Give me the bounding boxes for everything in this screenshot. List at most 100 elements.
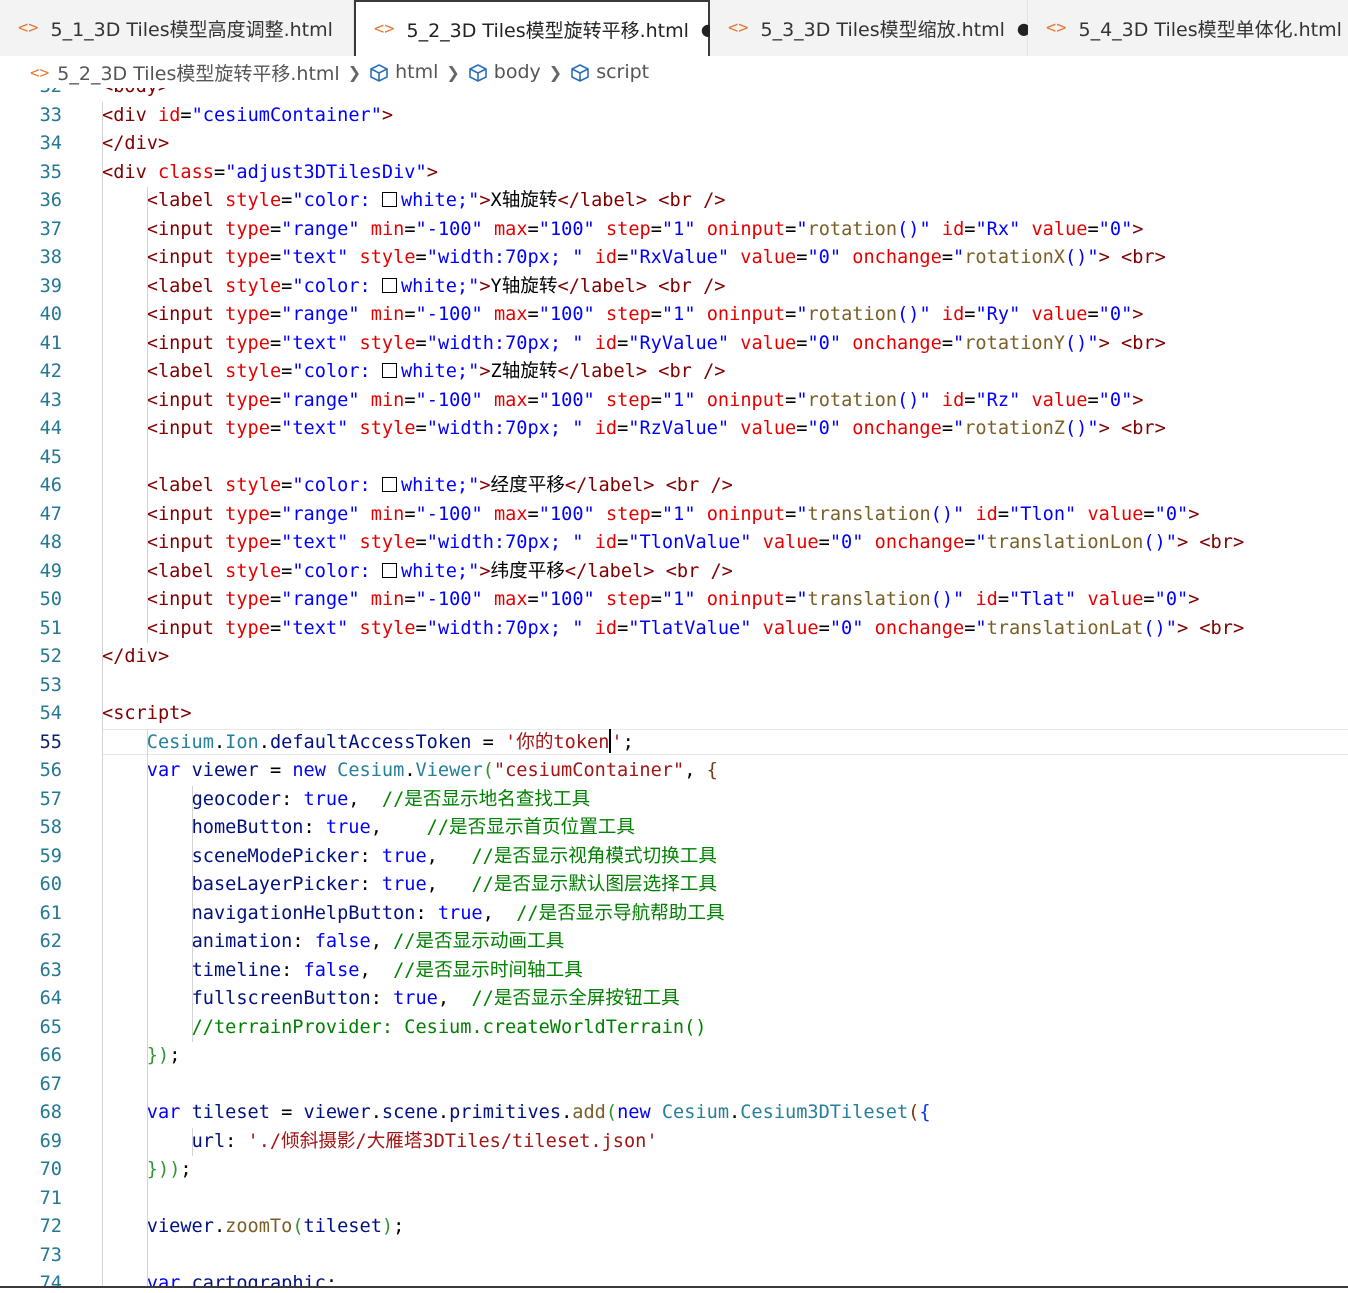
breadcrumb-item-html[interactable]: html <box>369 61 438 83</box>
code-text: <input type="range" min="-100" max="100"… <box>146 503 1200 525</box>
color-swatch-icon[interactable] <box>381 192 397 207</box>
tab-label: 5_4_3D Tiles模型单体化.html <box>1078 18 1342 41</box>
line-number: 62 <box>39 931 62 952</box>
code-line[interactable]: 61 navigationHelpButton: true, //是否显示导航帮… <box>0 900 1348 929</box>
symbol-element-icon <box>468 63 487 82</box>
line-number: 58 <box>39 817 62 838</box>
code-line[interactable]: 72 viewer.zoomTo(tileset); <box>0 1213 1348 1242</box>
line-number: 47 <box>39 503 62 525</box>
line-number: 53 <box>39 674 62 696</box>
line-number: 35 <box>39 161 62 183</box>
color-swatch-icon[interactable] <box>381 562 397 578</box>
color-swatch-icon[interactable] <box>381 477 397 492</box>
code-text: <input type="range" min="-100" max="100"… <box>146 304 1144 325</box>
code-line[interactable]: 55 Cesium.Ion.defaultAccessToken = '你的to… <box>0 728 1348 758</box>
code-line[interactable]: 71 <box>0 1185 1348 1214</box>
breadcrumb-item-body[interactable]: body <box>468 61 541 83</box>
tab-label: 5_3_3D Tiles模型缩放.html <box>760 18 1005 41</box>
code-line[interactable]: 53 <box>0 672 1348 701</box>
code-line[interactable]: 40 <input type="range" min="-100" max="1… <box>0 301 1348 330</box>
code-line[interactable]: 58 homeButton: true, //是否显示首页位置工具 <box>0 814 1348 843</box>
line-number: 67 <box>39 1073 62 1095</box>
code-text: <input type="text" style="width:70px; " … <box>146 332 1166 354</box>
tab-4[interactable]: <>5_4_3D Tiles模型单体化.html● <box>1028 0 1348 56</box>
code-text: var cartographic; <box>146 1273 338 1286</box>
breadcrumb-item-script[interactable]: script <box>570 61 649 83</box>
code-text: <input type="range" min="-100" max="100"… <box>146 589 1200 610</box>
code-line[interactable]: 57 geocoder: true, //是否显示地名查找工具 <box>0 786 1348 815</box>
line-number: 42 <box>39 361 62 382</box>
code-line[interactable]: 34 </div> <box>0 130 1348 159</box>
code-line[interactable]: 46 <label style="color: white;">经度平移</la… <box>0 472 1348 501</box>
code-line[interactable]: 42 <label style="color: white;">Z轴旋转</la… <box>0 358 1348 387</box>
code-text: sceneModePicker: true, //是否显示视角模式切换工具 <box>191 845 717 867</box>
code-line[interactable]: 60 baseLayerPicker: true, //是否显示默认图层选择工具 <box>0 871 1348 900</box>
code-line[interactable]: 68 var tileset = viewer.scene.primitives… <box>0 1099 1348 1128</box>
breadcrumb-file[interactable]: 5_2_3D Tiles模型旋转平移.html <box>57 59 339 86</box>
line-number: 61 <box>39 902 62 924</box>
line-number: 43 <box>39 389 62 411</box>
code-text: //terrainProvider: Cesium.createWorldTer… <box>191 1016 707 1038</box>
code-text: <label style="color: white;">Y轴旋转</label… <box>146 275 726 297</box>
code-line[interactable]: 43 <input type="range" min="-100" max="1… <box>0 387 1348 416</box>
code-line[interactable]: 70 })); <box>0 1156 1348 1185</box>
code-text: homeButton: true, //是否显示首页位置工具 <box>191 817 635 838</box>
line-number: 49 <box>39 560 62 582</box>
line-number: 48 <box>39 532 62 553</box>
line-number: 46 <box>39 475 62 496</box>
code-line[interactable]: 67 <box>0 1071 1348 1100</box>
code-line[interactable]: 47 <input type="range" min="-100" max="1… <box>0 501 1348 530</box>
indent-guide <box>102 101 103 1286</box>
code-line[interactable]: 56 var viewer = new Cesium.Viewer("cesiu… <box>0 757 1348 786</box>
html-file-icon: <> <box>30 62 50 82</box>
code-editor[interactable]: 32 <body> 33 <div id="cesiumContainer"> 34 </… <box>0 88 1348 1286</box>
code-line[interactable]: 49 <label style="color: white;">纬度平移</la… <box>0 558 1348 587</box>
code-line[interactable]: 64 fullscreenButton: true, //是否显示全屏按钮工具 <box>0 985 1348 1014</box>
line-number: 41 <box>39 332 62 354</box>
code-line[interactable]: 50 <input type="range" min="-100" max="1… <box>0 586 1348 615</box>
code-line[interactable]: 73 <box>0 1242 1348 1271</box>
tab-2[interactable]: <> 5_2_3D Tiles模型旋转平移.html ● <box>354 0 715 56</box>
code-line[interactable]: 44 <input type="text" style="width:70px;… <box>0 415 1348 444</box>
tab-label: 5_1_3D Tiles模型高度调整.html <box>50 18 333 41</box>
line-number: 65 <box>39 1016 62 1038</box>
code-line[interactable]: 39 <label style="color: white;">Y轴旋转</la… <box>0 273 1348 302</box>
code-line[interactable]: 54 <script> <box>0 700 1348 729</box>
code-line[interactable]: 62 animation: false, //是否显示动画工具 <box>0 928 1348 957</box>
code-line[interactable]: 52 </div> <box>0 643 1348 672</box>
code-line[interactable]: 38 <input type="text" style="width:70px;… <box>0 244 1348 273</box>
code-line[interactable]: 69 url: './倾斜摄影/大雁塔3DTiles/tileset.json' <box>0 1128 1348 1157</box>
code-line[interactable]: 48 <input type="text" style="width:70px;… <box>0 529 1348 558</box>
code-line[interactable]: 37 <input type="range" min="-100" max="1… <box>0 216 1348 245</box>
code-line[interactable]: 74 var cartographic; <box>0 1270 1348 1286</box>
code-line[interactable]: 32 <body> <box>0 88 1348 102</box>
code-line[interactable]: 33 <div id="cesiumContainer"> <box>0 102 1348 131</box>
line-number: 54 <box>39 703 62 724</box>
code-line[interactable]: 36 <label style="color: white;">X轴旋转</la… <box>0 187 1348 216</box>
code-line[interactable]: 65 //terrainProvider: Cesium.createWorld… <box>0 1014 1348 1043</box>
code-text: <div class="adjust3DTilesDiv"> <box>102 161 438 183</box>
code-text: <label style="color: white;">X轴旋转</label… <box>146 190 726 211</box>
code-line[interactable]: 45 <box>0 444 1348 473</box>
code-line[interactable]: 35 <div class="adjust3DTilesDiv"> <box>0 159 1348 188</box>
code-text: var tileset = viewer.scene.primitives.ad… <box>146 1102 931 1123</box>
tab-3[interactable]: <> 5_3_3D Tiles模型缩放.html ● <box>710 0 1031 56</box>
line-number: 74 <box>39 1273 62 1286</box>
editor-tab-bar: <> 5_1_3D Tiles模型高度调整.html <> 5_2_3D Tiles模… <box>0 0 1348 56</box>
line-number: 56 <box>39 760 62 781</box>
line-number: 32 <box>0 88 62 102</box>
tab-label: 5_2_3D Tiles模型旋转平移.html <box>406 19 689 42</box>
code-line[interactable]: 59 sceneModePicker: true, //是否显示视角模式切换工具 <box>0 843 1348 872</box>
code-text: <label style="color: white;">Z轴旋转</label… <box>146 361 726 382</box>
line-number: 57 <box>39 788 62 810</box>
panel-border <box>0 1286 1348 1293</box>
code-text: <label style="color: white;">纬度平移</label… <box>146 560 733 582</box>
code-line[interactable]: 51 <input type="text" style="width:70px;… <box>0 615 1348 644</box>
color-swatch-icon[interactable] <box>381 277 397 293</box>
code-line[interactable]: 66 }); <box>0 1042 1348 1071</box>
code-line[interactable]: 41 <input type="text" style="width:70px;… <box>0 330 1348 359</box>
line-number: 55 <box>39 731 62 753</box>
color-swatch-icon[interactable] <box>381 363 397 378</box>
code-line[interactable]: 63 timeline: false, //是否显示时间轴工具 <box>0 957 1348 986</box>
tab-1[interactable]: <> 5_1_3D Tiles模型高度调整.html <box>0 0 354 56</box>
